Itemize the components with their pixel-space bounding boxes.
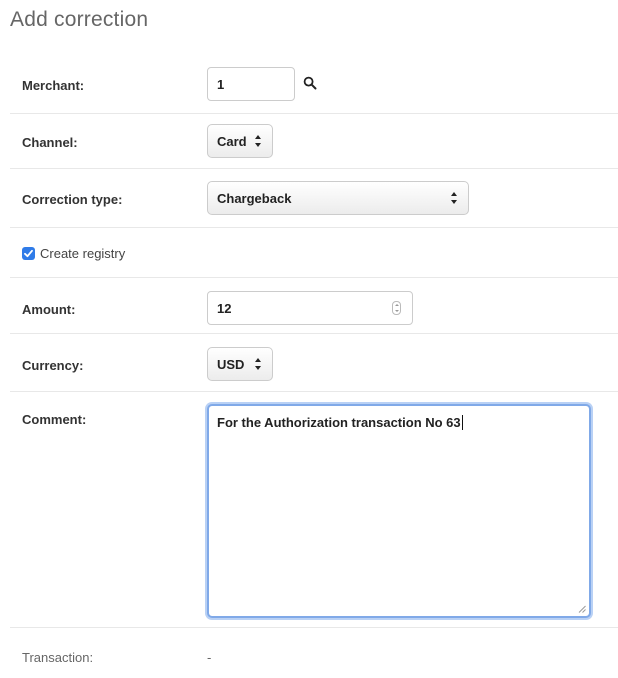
comment-label: Comment: [22, 412, 87, 427]
comment-textarea[interactable]: For the Authorization transaction No 63 [207, 404, 591, 618]
text-caret [461, 415, 463, 430]
transaction-row: Transaction: - [10, 628, 618, 678]
select-arrows-icon [451, 192, 458, 204]
page-title: Add correction [10, 8, 149, 31]
amount-row: Amount: 12 [10, 278, 618, 334]
merchant-row: Merchant: 1 [10, 56, 618, 114]
number-spinner-icon[interactable] [392, 301, 401, 315]
correction-type-select[interactable]: Chargeback [207, 181, 469, 215]
channel-label: Channel: [22, 135, 78, 150]
comment-text: For the Authorization transaction No 63 [217, 415, 461, 430]
transaction-value: - [207, 650, 212, 665]
checkmark-icon [24, 249, 33, 258]
comment-row: Comment: For the Authorization transacti… [10, 392, 618, 628]
create-registry-checkbox[interactable] [22, 247, 35, 260]
correction-type-label: Correction type: [22, 192, 123, 207]
merchant-field-group: 1 [207, 67, 317, 101]
currency-select[interactable]: USD [207, 347, 273, 381]
currency-row: Currency: USD [10, 334, 618, 392]
amount-label: Amount: [22, 302, 76, 317]
currency-select-value: USD [217, 356, 245, 372]
create-registry-row: Create registry [10, 228, 618, 278]
correction-type-row: Correction type: Chargeback [10, 169, 618, 228]
amount-input[interactable]: 12 [207, 291, 413, 325]
currency-label: Currency: [22, 358, 84, 373]
correction-type-select-value: Chargeback [217, 190, 292, 206]
create-registry-label[interactable]: Create registry [40, 246, 125, 261]
amount-value: 12 [217, 300, 232, 316]
add-correction-form: Merchant: 1 Channel: Card Correction typ… [10, 56, 618, 678]
resize-grip-icon[interactable] [578, 605, 586, 613]
transaction-label: Transaction: [22, 650, 94, 665]
search-icon[interactable] [303, 76, 317, 90]
channel-select-value: Card [217, 133, 247, 149]
select-arrows-icon [255, 135, 262, 147]
merchant-label: Merchant: [22, 78, 85, 93]
merchant-input[interactable]: 1 [207, 67, 295, 101]
channel-row: Channel: Card [10, 114, 618, 169]
channel-select[interactable]: Card [207, 124, 273, 158]
select-arrows-icon [255, 358, 262, 370]
